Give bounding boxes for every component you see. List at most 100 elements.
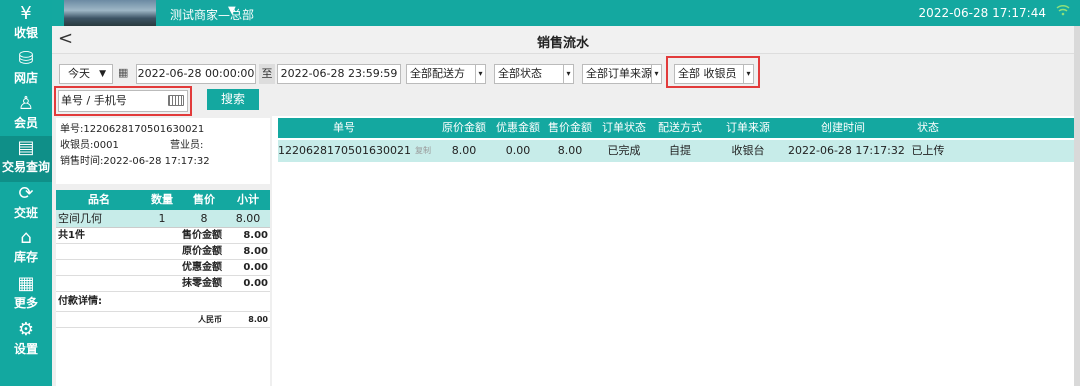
- status-select-value: 全部状态: [498, 67, 542, 80]
- transaction-icon: ▤: [17, 137, 35, 158]
- nav-transactions[interactable]: ▤ 交易查询: [0, 136, 52, 182]
- col-header: 创建时间: [821, 121, 865, 134]
- nav-settings[interactable]: ⚙ 设置: [0, 318, 52, 364]
- col-header: 数量: [151, 193, 173, 206]
- upload-status: 已上传: [911, 144, 945, 157]
- col-header: 状态: [917, 121, 939, 134]
- nav-label: 收银: [13, 26, 38, 40]
- filter-bar: 今天 ▼ ▦ 2022-06-28 00:00:00 至 2022-06-28 …: [52, 54, 1074, 116]
- col-header: 配送方式: [658, 121, 702, 134]
- summary-value: 0.00: [243, 262, 268, 273]
- orders-table-header: 单号 原价金额 优惠金额 售价金额 订单状态 配送方式 订单来源 创建时间 状态: [278, 118, 1074, 138]
- col-header: 售价: [193, 193, 215, 206]
- nav-member[interactable]: ♙ 会员: [0, 92, 52, 138]
- delivery-select[interactable]: 全部配送方 ▾: [406, 64, 486, 84]
- table-row[interactable]: 空间几何 1 8 8.00: [56, 210, 270, 228]
- shipping-method: 自提: [669, 144, 691, 157]
- summary-label: 抹零金额: [182, 278, 222, 289]
- nav-label: 会员: [13, 116, 38, 130]
- to-label: 至: [259, 64, 275, 84]
- item-subtotal: 8.00: [235, 212, 261, 225]
- original-amount: 8.00: [451, 144, 477, 157]
- store-logo-image: [64, 0, 156, 26]
- col-header: 优惠金额: [496, 121, 540, 134]
- nav-label: 交易查询: [1, 160, 50, 174]
- calendar-icon[interactable]: ▦: [118, 66, 128, 79]
- summary-row: 共1件 售价金额 8.00: [56, 228, 270, 244]
- item-price: 8: [200, 212, 208, 225]
- col-header: 单号: [333, 121, 355, 134]
- chevron-down-icon: ▼: [99, 69, 106, 79]
- item-qty: 1: [158, 212, 166, 225]
- nav-label: 更多: [13, 296, 38, 310]
- chevron-down-icon: ▾: [651, 65, 661, 83]
- more-icon: ▦: [17, 273, 35, 294]
- items-table-header: 品名 数量 售价 小计: [56, 190, 270, 210]
- table-row[interactable]: 1220628170501630021 复制 8.00 0.00 8.00 已完…: [278, 140, 1074, 162]
- nav-label: 网店: [13, 71, 38, 85]
- col-header: 品名: [88, 193, 110, 206]
- status-select[interactable]: 全部状态 ▾: [494, 64, 574, 84]
- member-icon: ♙: [17, 93, 35, 114]
- order-status: 已完成: [607, 144, 641, 157]
- col-header: 售价金额: [548, 121, 592, 134]
- nav-more[interactable]: ▦ 更多: [0, 272, 52, 318]
- summary-value: 8.00: [243, 246, 268, 257]
- datetime-display: 2022-06-28 17:17:44: [918, 6, 1046, 20]
- annotation-highlight-search: [54, 86, 192, 116]
- order-source: 收银台: [731, 144, 765, 157]
- summary-value: 8.00: [243, 230, 268, 241]
- summary-label: 原价金额: [182, 246, 222, 257]
- nav-inventory[interactable]: ⌂ 库存: [0, 226, 52, 272]
- col-header: 原价金额: [442, 121, 486, 134]
- date-from-input[interactable]: 2022-06-28 00:00:00: [136, 64, 256, 84]
- sidebar: ¥ 收银 ⛁ 网店 ♙ 会员 ▤ 交易查询 ⟳ 交班 ⌂ 库存 ▦ 更多 ⚙ 设: [0, 0, 52, 386]
- annotation-highlight-cashier: [666, 56, 760, 88]
- summary-label: 售价金额: [182, 230, 222, 241]
- discount-amount: 0.00: [505, 144, 531, 157]
- nav-cashier[interactable]: ¥ 收银: [0, 2, 52, 48]
- item-name: 空间几何: [58, 212, 102, 225]
- summary-label: 优惠金额: [182, 262, 222, 273]
- nav-label: 设置: [13, 342, 38, 356]
- cashier-icon: ¥: [20, 3, 32, 24]
- receipt-order-no: 单号:12206281705016300​21: [60, 124, 205, 135]
- orders-table: 单号 原价金额 优惠金额 售价金额 订单状态 配送方式 订单来源 创建时间 状态…: [278, 116, 1074, 386]
- settings-icon: ⚙: [17, 319, 35, 340]
- page-title: 销售流水: [536, 36, 589, 51]
- summary-row: 抹零金额 0.00: [56, 276, 270, 292]
- delivery-select-value: 全部配送方: [410, 67, 465, 80]
- chevron-down-icon: ▾: [563, 65, 573, 83]
- handover-icon: ⟳: [18, 183, 34, 204]
- day-select-value: 今天: [68, 67, 90, 80]
- copy-button[interactable]: 复制: [410, 140, 436, 162]
- nav-shop[interactable]: ⛁ 网店: [0, 47, 52, 93]
- wifi-icon: [1056, 4, 1070, 19]
- order-no: 1220628170501630021: [278, 144, 411, 157]
- items-table: 品名 数量 售价 小计 空间几何 1 8 8.00 共1件 售价金额 8.00 …: [56, 190, 270, 386]
- scrollbar[interactable]: [1074, 26, 1080, 386]
- date-to-input[interactable]: 2022-06-28 23:59:59: [277, 64, 401, 84]
- top-bar: 测试商家—总部 ▼ 2022-06-28 17:17:44: [52, 0, 1080, 26]
- source-select[interactable]: 全部订单来源 ▾: [582, 64, 662, 84]
- day-select[interactable]: 今天 ▼: [59, 64, 113, 84]
- store-name[interactable]: 测试商家—总部: [170, 6, 254, 23]
- shop-icon: ⛁: [18, 48, 34, 69]
- payment-detail-row: 人民币 8.00: [56, 312, 270, 328]
- col-header: 小计: [237, 193, 259, 206]
- summary-row: 原价金额 8.00: [56, 244, 270, 260]
- item-count: 共1件: [58, 230, 85, 241]
- chevron-down-icon[interactable]: ▼: [228, 5, 236, 16]
- created-time: 2022-06-28 17:17:32: [788, 144, 905, 157]
- nav-handover[interactable]: ⟳ 交班: [0, 182, 52, 228]
- nav-label: 库存: [13, 250, 38, 264]
- receipt-cashier: 收银员:0001: [60, 140, 119, 151]
- payment-value: 8.00: [248, 315, 268, 324]
- inventory-icon: ⌂: [20, 227, 32, 248]
- source-select-value: 全部订单来源: [586, 67, 652, 80]
- summary-row: 优惠金额 0.00: [56, 260, 270, 276]
- app-root: ¥ 收银 ⛁ 网店 ♙ 会员 ▤ 交易查询 ⟳ 交班 ⌂ 库存 ▦ 更多 ⚙ 设: [0, 0, 1080, 386]
- receipt-header: 单号:12206281705016300​21 收银员:0001 营业员: 销售…: [56, 118, 270, 184]
- receipt-sale-time: 销售时间:2022-06-28 17:17:32: [60, 156, 210, 167]
- search-button[interactable]: 搜索: [207, 89, 259, 110]
